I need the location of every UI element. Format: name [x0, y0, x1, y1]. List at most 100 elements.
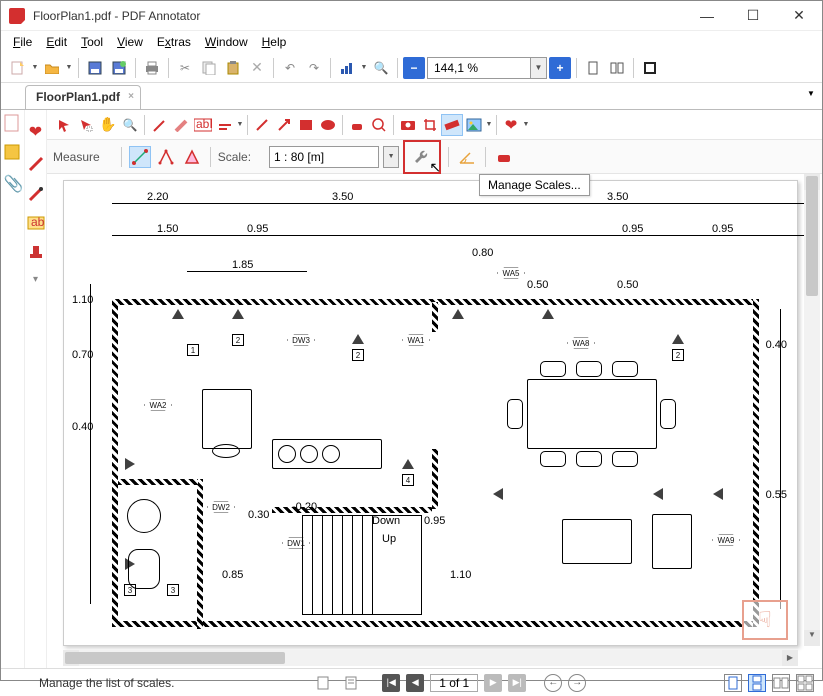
scale-dropdown[interactable]: ▼	[383, 146, 399, 168]
zoom-input[interactable]: 144,1 % ▼	[427, 57, 547, 79]
menu-view[interactable]: View	[111, 33, 149, 51]
page-thumb1-icon[interactable]	[312, 672, 334, 694]
new-doc-icon[interactable]	[7, 57, 29, 79]
tabs-more-icon[interactable]: ▼	[804, 89, 818, 103]
blank-page-icon[interactable]	[4, 114, 22, 132]
print-icon[interactable]	[141, 57, 163, 79]
single-page-icon[interactable]	[582, 57, 604, 79]
measure-eraser-icon[interactable]	[493, 146, 515, 168]
fav-chevron-down-icon[interactable]: ▾	[33, 274, 38, 285]
fav-pen2-icon[interactable]	[28, 186, 44, 202]
page-last-button[interactable]: ▶|	[508, 674, 526, 692]
search-icon[interactable]: 🔍	[370, 57, 392, 79]
find-dropdown[interactable]: ▼	[360, 64, 368, 71]
open-dropdown[interactable]: ▼	[65, 64, 73, 71]
fav-stamp-icon[interactable]	[28, 244, 44, 260]
page-thumb2-icon[interactable]	[340, 672, 362, 694]
redo-icon[interactable]: ↷	[303, 57, 325, 79]
nav-fwd-button[interactable]: →	[568, 674, 586, 692]
marker-tool-icon[interactable]	[170, 114, 192, 136]
pointer-tool-icon[interactable]	[53, 114, 75, 136]
horizontal-scrollbar[interactable]: ◀ ▶	[63, 650, 798, 666]
snapshot-tool-icon[interactable]	[397, 114, 419, 136]
tab-close-icon[interactable]: ×	[128, 91, 134, 102]
open-icon[interactable]	[41, 57, 63, 79]
dim-label: 0.40	[72, 421, 93, 433]
menu-help[interactable]: Help	[256, 33, 293, 51]
manage-scales-button[interactable]: ↖	[403, 140, 441, 174]
document-canvas[interactable]: 2.20 3.50 3.50 1.50 0.95 0.80 0.95 0.95 …	[47, 174, 822, 668]
menu-extras[interactable]: Extras	[151, 33, 197, 51]
page-next-button[interactable]: ▶	[484, 674, 502, 692]
line-tool-icon[interactable]	[251, 114, 273, 136]
measure-tool-icon[interactable]	[441, 114, 463, 136]
favorite-tool-icon[interactable]: ❤	[500, 114, 522, 136]
fav-heart-icon[interactable]: ❤	[29, 122, 42, 142]
undo-icon[interactable]: ↶	[279, 57, 301, 79]
scale-label: Scale:	[218, 150, 251, 164]
fullscreen-icon[interactable]	[639, 57, 661, 79]
image-tool-icon[interactable]	[463, 114, 485, 136]
page-first-button[interactable]: |◀	[382, 674, 400, 692]
yellow-note-icon[interactable]	[4, 144, 22, 162]
text-dropdown[interactable]: ▼	[236, 121, 244, 128]
text-highlight-icon[interactable]	[214, 114, 236, 136]
favorite-dropdown[interactable]: ▼	[522, 121, 530, 128]
menu-window[interactable]: Window	[199, 33, 254, 51]
scale-input[interactable]: 1 : 80 [m]	[269, 146, 379, 168]
eraser-tool-icon[interactable]	[346, 114, 368, 136]
arrow-tool-icon[interactable]	[273, 114, 295, 136]
zoom-tool-icon[interactable]: 🔍	[119, 114, 141, 136]
menu-file[interactable]: File	[7, 33, 38, 51]
nav-back-button[interactable]: ←	[544, 674, 562, 692]
text-tool-icon[interactable]: abI	[192, 114, 214, 136]
layout-two-page-icon[interactable]	[772, 674, 790, 692]
crop-tool-icon[interactable]	[419, 114, 441, 136]
vertical-scrollbar[interactable]: ▲ ▼	[804, 174, 820, 646]
two-page-icon[interactable]	[606, 57, 628, 79]
minimize-button[interactable]: —	[684, 1, 730, 31]
menu-edit[interactable]: Edit	[40, 33, 73, 51]
zoom-dropdown-icon[interactable]: ▼	[530, 58, 546, 78]
scale-value: 1 : 80 [m]	[274, 150, 324, 164]
ellipse-tool-icon[interactable]	[317, 114, 339, 136]
document-tab-active[interactable]: FloorPlan1.pdf ×	[25, 85, 141, 109]
save-icon[interactable]	[84, 57, 106, 79]
angle-snap-icon[interactable]	[456, 146, 478, 168]
maximize-button[interactable]: ☐	[730, 1, 776, 31]
marker: 2	[232, 334, 244, 346]
page-number-input[interactable]: 1 of 1	[430, 674, 478, 692]
rect-tool-icon[interactable]	[295, 114, 317, 136]
menu-tool[interactable]: Tool	[75, 33, 109, 51]
measure-area-icon[interactable]	[181, 146, 203, 168]
touch-mode-icon[interactable]: ☟	[742, 600, 788, 640]
layout-continuous-icon[interactable]	[748, 674, 766, 692]
zoom-in-button[interactable]: +	[549, 57, 571, 79]
copy-icon[interactable]	[198, 57, 220, 79]
lasso-tool-icon[interactable]	[75, 114, 97, 136]
cut-icon[interactable]: ✂	[174, 57, 196, 79]
save-as-icon[interactable]	[108, 57, 130, 79]
fav-pen-red-icon[interactable]	[28, 156, 44, 172]
pan-tool-icon[interactable]: ✋	[97, 114, 119, 136]
attachment-icon[interactable]: 📎	[4, 174, 22, 192]
dim-label: 3.50	[607, 191, 628, 203]
paste-icon[interactable]	[222, 57, 244, 79]
layout-two-continuous-icon[interactable]	[796, 674, 814, 692]
new-doc-dropdown[interactable]: ▼	[31, 64, 39, 71]
measure-distance-icon[interactable]	[129, 146, 151, 168]
image-dropdown[interactable]: ▼	[485, 121, 493, 128]
measure-perimeter-icon[interactable]	[155, 146, 177, 168]
find-icon[interactable]	[336, 57, 358, 79]
measure-label: Measure	[53, 150, 100, 164]
close-button[interactable]: ✕	[776, 1, 822, 31]
delete-icon[interactable]: ✕	[246, 57, 268, 79]
pen-tool-icon[interactable]	[148, 114, 170, 136]
page-prev-button[interactable]: ◀	[406, 674, 424, 692]
app-icon	[9, 8, 25, 24]
dim-label: 1.10	[72, 294, 93, 306]
erase-area-icon[interactable]	[368, 114, 390, 136]
fav-textbox-icon[interactable]: abI	[27, 216, 45, 230]
layout-single-icon[interactable]	[724, 674, 742, 692]
zoom-out-button[interactable]: −	[403, 57, 425, 79]
